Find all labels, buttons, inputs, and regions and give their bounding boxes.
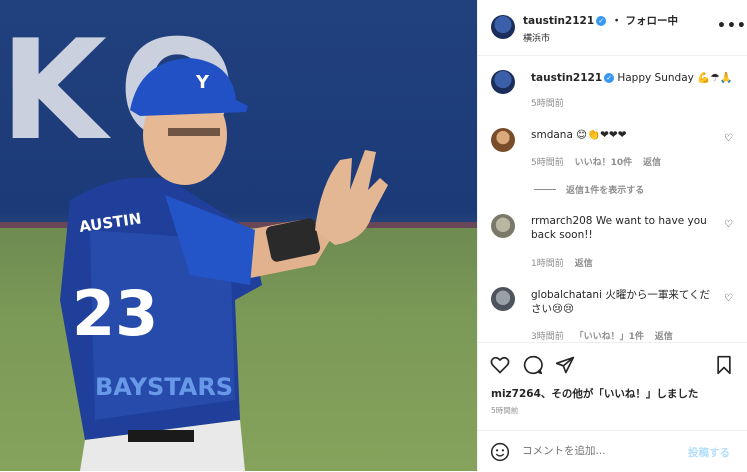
comment-avatar[interactable] xyxy=(491,214,515,238)
heart-icon[interactable] xyxy=(490,355,510,375)
post-comment-button[interactable]: 投稿する xyxy=(688,445,730,460)
jersey-number: 23 xyxy=(72,277,158,350)
comment-input[interactable] xyxy=(522,441,672,461)
caption-avatar[interactable] xyxy=(491,70,515,94)
verified-badge-icon: ✓ xyxy=(604,73,615,83)
comment-item: rrmarch208 We want to have you back soon… xyxy=(531,214,711,242)
comment-username[interactable]: smdana xyxy=(531,129,573,141)
post-photo[interactable]: KO Y AUSTIN 23 BAYSTARS xyxy=(0,0,477,471)
like-comment-heart-icon[interactable]: ♡ xyxy=(724,220,734,230)
caption-text: Happy Sunday 💪☂🙏 xyxy=(617,72,733,84)
share-icon[interactable] xyxy=(555,355,575,375)
jersey-script: BAYSTARS xyxy=(95,373,233,401)
like-comment-heart-icon[interactable]: ♡ xyxy=(724,294,734,304)
comment-time: 1時間前 xyxy=(531,259,564,269)
follow-status[interactable]: ・ フォロー中 xyxy=(611,15,678,27)
comment-meta: 3時間前 「いいね！」1件 返信 xyxy=(531,329,673,341)
belt xyxy=(128,430,194,442)
post-actions: miz7264、その他が「いいね！」しました 5時間前 xyxy=(478,342,747,431)
caption-username[interactable]: taustin2121 xyxy=(531,72,602,84)
reply-button[interactable]: 返信 xyxy=(655,332,673,341)
player-illustration: Y AUSTIN 23 BAYSTARS xyxy=(60,58,388,471)
waving-hand xyxy=(315,150,388,245)
eye-black xyxy=(168,128,220,136)
comment-box: 投稿する xyxy=(478,430,747,472)
reply-button[interactable]: 返信 xyxy=(643,158,661,168)
post-time: 5時間前 xyxy=(491,406,519,415)
post-location[interactable]: 横浜市 xyxy=(523,31,550,44)
cap xyxy=(130,58,248,116)
cap-logo: Y xyxy=(195,72,210,93)
author-line: taustin2121 ✓ ・ フォロー中 xyxy=(523,13,678,28)
caption-time: 5時間前 xyxy=(531,99,564,109)
comment-item: globalchatani 火曜から一軍来てください😢😢 xyxy=(531,288,711,316)
author-avatar[interactable] xyxy=(491,15,515,39)
view-replies-label: 返信1件を表示する xyxy=(566,186,645,196)
comment-meta: 1時間前 返信 xyxy=(531,256,593,269)
comment-text: 😊👏❤❤❤ xyxy=(576,129,627,141)
bookmark-icon[interactable] xyxy=(715,355,733,375)
comment-avatar[interactable] xyxy=(491,287,515,311)
reply-button[interactable]: 返信 xyxy=(575,259,593,269)
comment-time: 3時間前 xyxy=(531,332,564,341)
verified-badge-icon: ✓ xyxy=(596,16,607,26)
comment-likes[interactable]: いいね！10件 xyxy=(575,158,633,168)
comment-item: smdana 😊👏❤❤❤ xyxy=(531,128,627,141)
like-comment-heart-icon[interactable]: ♡ xyxy=(724,134,734,144)
more-options-icon[interactable]: ••• xyxy=(717,18,747,34)
emoji-icon[interactable] xyxy=(490,442,510,462)
replies-divider xyxy=(534,189,556,190)
comment-icon[interactable] xyxy=(523,355,543,375)
author-username[interactable]: taustin2121 xyxy=(523,15,594,27)
comment-avatar[interactable] xyxy=(491,128,515,152)
caption: taustin2121 ✓ Happy Sunday 💪☂🙏 xyxy=(531,71,733,84)
comment-username[interactable]: rrmarch208 xyxy=(531,215,592,227)
post-header: taustin2121 ✓ ・ フォロー中 横浜市 ••• xyxy=(478,0,747,56)
likes-summary[interactable]: miz7264、その他が「いいね！」しました xyxy=(491,386,698,401)
comment-likes[interactable]: 「いいね！」1件 xyxy=(575,332,644,341)
comment-username[interactable]: globalchatani xyxy=(531,289,602,301)
post-side-panel: taustin2121 ✓ ・ フォロー中 横浜市 ••• taustin2121… xyxy=(477,0,747,471)
comment-time: 5時間前 xyxy=(531,158,564,168)
view-replies-button[interactable]: 返信1件を表示する xyxy=(534,183,644,196)
comment-meta: 5時間前 いいね！10件 返信 xyxy=(531,155,661,168)
